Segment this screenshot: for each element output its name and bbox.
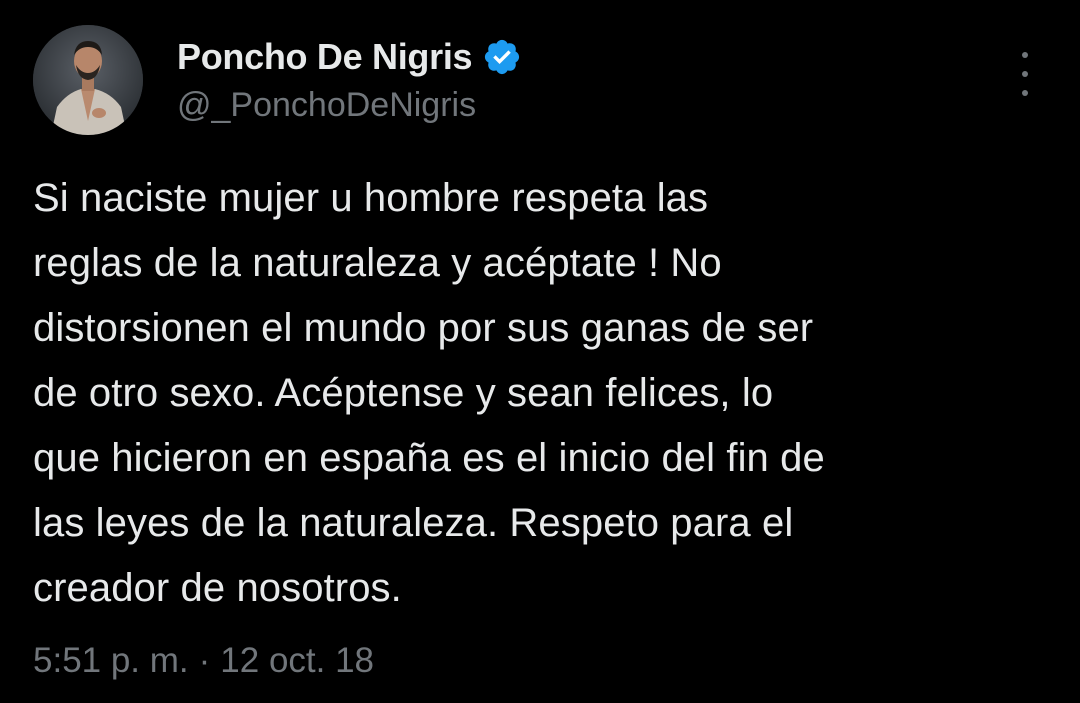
- verified-badge-icon: [482, 37, 522, 77]
- more-dot: [1022, 71, 1028, 77]
- meta-separator: ·: [198, 641, 211, 680]
- more-dot: [1022, 90, 1028, 96]
- tweet-timestamp[interactable]: 5:51 p. m. · 12 oct. 18: [33, 641, 374, 681]
- tweet-card: Poncho De Nigris @_PonchoDeNigris Si nac…: [0, 0, 1080, 703]
- display-name[interactable]: Poncho De Nigris: [177, 36, 473, 78]
- author-info: Poncho De Nigris @_PonchoDeNigris: [177, 34, 522, 125]
- tweet-time: 5:51 p. m.: [33, 641, 189, 680]
- more-options-icon[interactable]: [1008, 52, 1042, 96]
- avatar[interactable]: [33, 25, 143, 135]
- author-handle[interactable]: @_PonchoDeNigris: [177, 86, 522, 125]
- tweet-text: Si naciste mujer u hombre respeta las re…: [33, 176, 825, 610]
- tweet-date: 12 oct. 18: [220, 641, 375, 680]
- profile-photo-icon: [33, 25, 143, 135]
- more-dot: [1022, 52, 1028, 58]
- name-row: Poncho De Nigris: [177, 34, 522, 80]
